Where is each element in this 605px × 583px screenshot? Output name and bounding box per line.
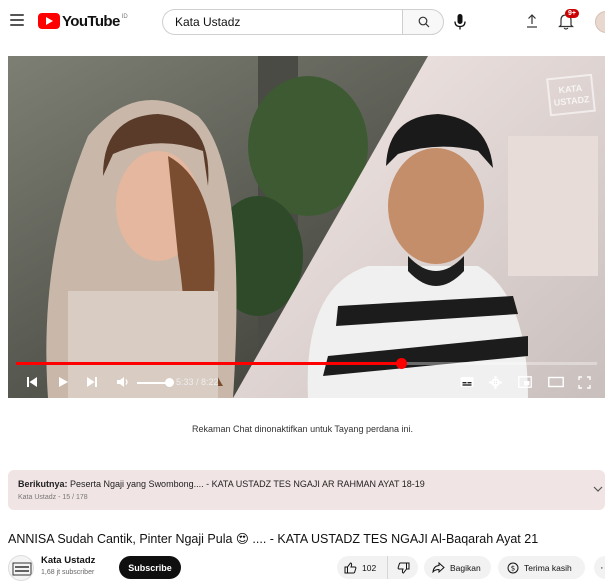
thanks-label: Terima kasih: [524, 562, 572, 573]
progress-fill: [16, 362, 402, 365]
up-next-title: Berikutnya: Peserta Ngaji yang Swombong.…: [18, 479, 425, 489]
theater-mode-icon[interactable]: [548, 376, 564, 388]
subtitles-icon[interactable]: [460, 376, 474, 388]
video-player[interactable]: KATA USTADZ 5:33 / 8:22: [8, 56, 605, 398]
video-frame: [8, 56, 605, 398]
video-title: ANNISA Sudah Cantik, Pinter Ngaji Pula 😍…: [8, 532, 539, 546]
youtube-logo[interactable]: YouTube ID: [38, 12, 128, 30]
search-input[interactable]: [162, 9, 402, 35]
live-chat-disabled-message: Rekaman Chat dinonaktifkan untuk Tayang …: [192, 424, 413, 434]
share-button[interactable]: Bagikan: [424, 556, 491, 579]
playlist-meta: Kata Ustadz - 15 / 178: [18, 494, 88, 501]
play-icon[interactable]: [57, 376, 69, 388]
player-controls: 5:33 / 8:22: [8, 368, 605, 398]
hamburger-icon[interactable]: [10, 14, 24, 26]
upload-icon[interactable]: [525, 12, 539, 30]
previous-icon[interactable]: [26, 376, 38, 388]
subscriber-count: 1,68 jt subscriber: [41, 569, 95, 576]
channel-logo: [12, 562, 32, 576]
volume-knob[interactable]: [164, 378, 174, 387]
channel-avatar[interactable]: [8, 555, 34, 581]
share-label: Bagikan: [450, 562, 481, 573]
time-display: 5:33 / 8:22: [176, 377, 219, 387]
progress-bar[interactable]: [16, 358, 597, 369]
account-avatar[interactable]: [595, 11, 605, 33]
more-actions-button[interactable]: ···: [594, 556, 605, 579]
notification-badge: 9+: [565, 9, 579, 18]
logo-region: ID: [121, 13, 128, 20]
like-button[interactable]: 102: [337, 556, 388, 579]
volume-icon[interactable]: [116, 376, 130, 388]
chevron-down-icon[interactable]: [593, 485, 603, 493]
fullscreen-icon[interactable]: [578, 376, 591, 389]
like-count: 102: [362, 562, 377, 573]
svg-text:$: $: [511, 564, 515, 572]
masthead: YouTube ID 9+: [0, 0, 605, 48]
logo-text: YouTube: [62, 12, 120, 30]
thumbs-up-icon: [344, 561, 357, 573]
playlist-up-next[interactable]: Berikutnya: Peserta Ngaji yang Swombong.…: [8, 470, 605, 510]
youtube-play-icon: [38, 13, 60, 29]
thanks-button[interactable]: $ Terima kasih: [498, 556, 585, 579]
channel-watermark: KATA USTADZ: [546, 73, 596, 117]
search-box: [162, 9, 444, 35]
dislike-button[interactable]: [388, 562, 418, 574]
subscribe-button[interactable]: Subscribe: [119, 556, 181, 579]
share-arrow-icon: [432, 562, 445, 573]
microphone-icon[interactable]: [452, 12, 468, 32]
search-button[interactable]: [402, 9, 444, 35]
thumbs-down-icon: [397, 562, 409, 574]
search-icon: [418, 16, 430, 28]
super-thanks-icon: $: [507, 562, 519, 573]
up-next-label: Berikutnya:: [18, 479, 68, 489]
settings-gear-icon[interactable]: [489, 376, 502, 389]
up-next-video-title: Peserta Ngaji yang Swombong.... - KATA U…: [67, 479, 425, 489]
miniplayer-icon[interactable]: [518, 376, 532, 388]
like-dislike-group: 102: [337, 556, 418, 579]
channel-name[interactable]: Kata Ustadz: [41, 555, 95, 566]
next-icon[interactable]: [86, 376, 98, 388]
